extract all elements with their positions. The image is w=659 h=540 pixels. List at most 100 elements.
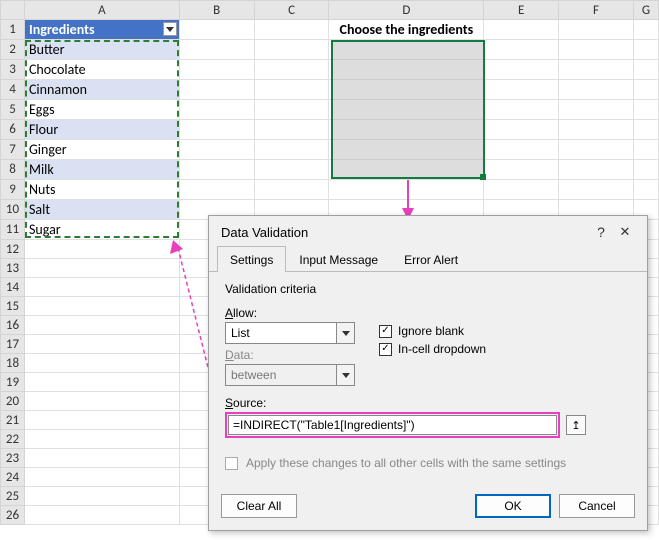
- row-header[interactable]: 14: [1, 278, 25, 297]
- cell[interactable]: [633, 180, 658, 200]
- cell[interactable]: [484, 60, 559, 80]
- row-header[interactable]: 13: [1, 259, 25, 278]
- ignore-blank-checkbox[interactable]: ✓ Ignore blank: [379, 324, 486, 338]
- cell[interactable]: [633, 160, 658, 180]
- cell[interactable]: [329, 180, 484, 200]
- cell[interactable]: [24, 449, 179, 468]
- table-row[interactable]: Cinnamon: [24, 80, 179, 100]
- row-header[interactable]: 1: [1, 20, 25, 40]
- row-header[interactable]: 21: [1, 411, 25, 430]
- cell[interactable]: [559, 20, 634, 40]
- row-header[interactable]: 25: [1, 487, 25, 506]
- table-header-cell[interactable]: Ingredients: [24, 20, 179, 40]
- row-header[interactable]: 17: [1, 335, 25, 354]
- row-header[interactable]: 11: [1, 220, 25, 240]
- cell[interactable]: [179, 140, 254, 160]
- row-header[interactable]: 5: [1, 100, 25, 120]
- table-row[interactable]: Ginger: [24, 140, 179, 160]
- row-header[interactable]: 15: [1, 297, 25, 316]
- cell[interactable]: [179, 160, 254, 180]
- row-header[interactable]: 23: [1, 449, 25, 468]
- source-input[interactable]: [228, 415, 557, 435]
- col-header-e[interactable]: E: [484, 1, 559, 20]
- cell[interactable]: [24, 240, 179, 259]
- table-row[interactable]: Chocolate: [24, 60, 179, 80]
- range-picker-button[interactable]: ↥: [566, 415, 586, 435]
- fill-handle[interactable]: [480, 174, 486, 180]
- cell[interactable]: [254, 140, 329, 160]
- cell[interactable]: [254, 160, 329, 180]
- cell[interactable]: [179, 80, 254, 100]
- row-header[interactable]: 10: [1, 200, 25, 220]
- cell[interactable]: [24, 373, 179, 392]
- clear-all-button[interactable]: Clear All: [221, 494, 297, 518]
- close-button[interactable]: ✕: [613, 224, 637, 240]
- col-header-a[interactable]: A: [24, 1, 179, 20]
- col-header-g[interactable]: G: [633, 1, 658, 20]
- cell[interactable]: [254, 40, 329, 60]
- cell[interactable]: [559, 100, 634, 120]
- dialog-titlebar[interactable]: Data Validation ? ✕: [209, 216, 647, 246]
- row-header[interactable]: 6: [1, 120, 25, 140]
- row-header[interactable]: 26: [1, 506, 25, 525]
- row-header[interactable]: 19: [1, 373, 25, 392]
- cell[interactable]: [24, 392, 179, 411]
- cell[interactable]: [484, 40, 559, 60]
- cell[interactable]: [633, 120, 658, 140]
- incell-dropdown-checkbox[interactable]: ✓ In-cell dropdown: [379, 342, 486, 356]
- cell[interactable]: [484, 140, 559, 160]
- cell[interactable]: [484, 180, 559, 200]
- cancel-button[interactable]: Cancel: [559, 494, 635, 518]
- row-header[interactable]: 16: [1, 316, 25, 335]
- cell[interactable]: [484, 20, 559, 40]
- cell[interactable]: [559, 160, 634, 180]
- cell[interactable]: [484, 160, 559, 180]
- cell[interactable]: [179, 120, 254, 140]
- col-header-b[interactable]: B: [179, 1, 254, 20]
- cell[interactable]: [24, 278, 179, 297]
- table-row[interactable]: Nuts: [24, 180, 179, 200]
- col-header-d[interactable]: D: [329, 1, 484, 20]
- cell[interactable]: [559, 120, 634, 140]
- table-row[interactable]: Sugar: [24, 220, 179, 240]
- cell[interactable]: [633, 100, 658, 120]
- help-button[interactable]: ?: [589, 224, 613, 240]
- cell[interactable]: [484, 120, 559, 140]
- row-header[interactable]: 9: [1, 180, 25, 200]
- cell[interactable]: [254, 120, 329, 140]
- cell[interactable]: [254, 100, 329, 120]
- cell[interactable]: [559, 60, 634, 80]
- cell[interactable]: [484, 80, 559, 100]
- cell[interactable]: [559, 180, 634, 200]
- cell[interactable]: [24, 468, 179, 487]
- cell[interactable]: [24, 297, 179, 316]
- instruction-title[interactable]: Choose the ingredients: [329, 20, 484, 40]
- table-row[interactable]: Eggs: [24, 100, 179, 120]
- row-header[interactable]: 3: [1, 60, 25, 80]
- ok-button[interactable]: OK: [475, 494, 551, 518]
- cell[interactable]: [24, 259, 179, 278]
- row-header[interactable]: 24: [1, 468, 25, 487]
- cell[interactable]: [179, 180, 254, 200]
- table-row[interactable]: Flour: [24, 120, 179, 140]
- cell[interactable]: [559, 80, 634, 100]
- selection-range[interactable]: [331, 40, 485, 179]
- cell[interactable]: [24, 316, 179, 335]
- cell[interactable]: [24, 411, 179, 430]
- cell[interactable]: [179, 60, 254, 80]
- cell[interactable]: [179, 100, 254, 120]
- cell[interactable]: [179, 40, 254, 60]
- cell[interactable]: [24, 506, 179, 525]
- cell[interactable]: [254, 80, 329, 100]
- row-header[interactable]: 22: [1, 430, 25, 449]
- cell[interactable]: [24, 430, 179, 449]
- row-header[interactable]: 12: [1, 240, 25, 259]
- col-header-f[interactable]: F: [559, 1, 634, 20]
- cell[interactable]: [24, 354, 179, 373]
- tab-settings[interactable]: Settings: [217, 246, 286, 272]
- cell[interactable]: [633, 80, 658, 100]
- cell[interactable]: [633, 40, 658, 60]
- tab-input-message[interactable]: Input Message: [286, 246, 391, 272]
- col-header-c[interactable]: C: [254, 1, 329, 20]
- cell[interactable]: [24, 335, 179, 354]
